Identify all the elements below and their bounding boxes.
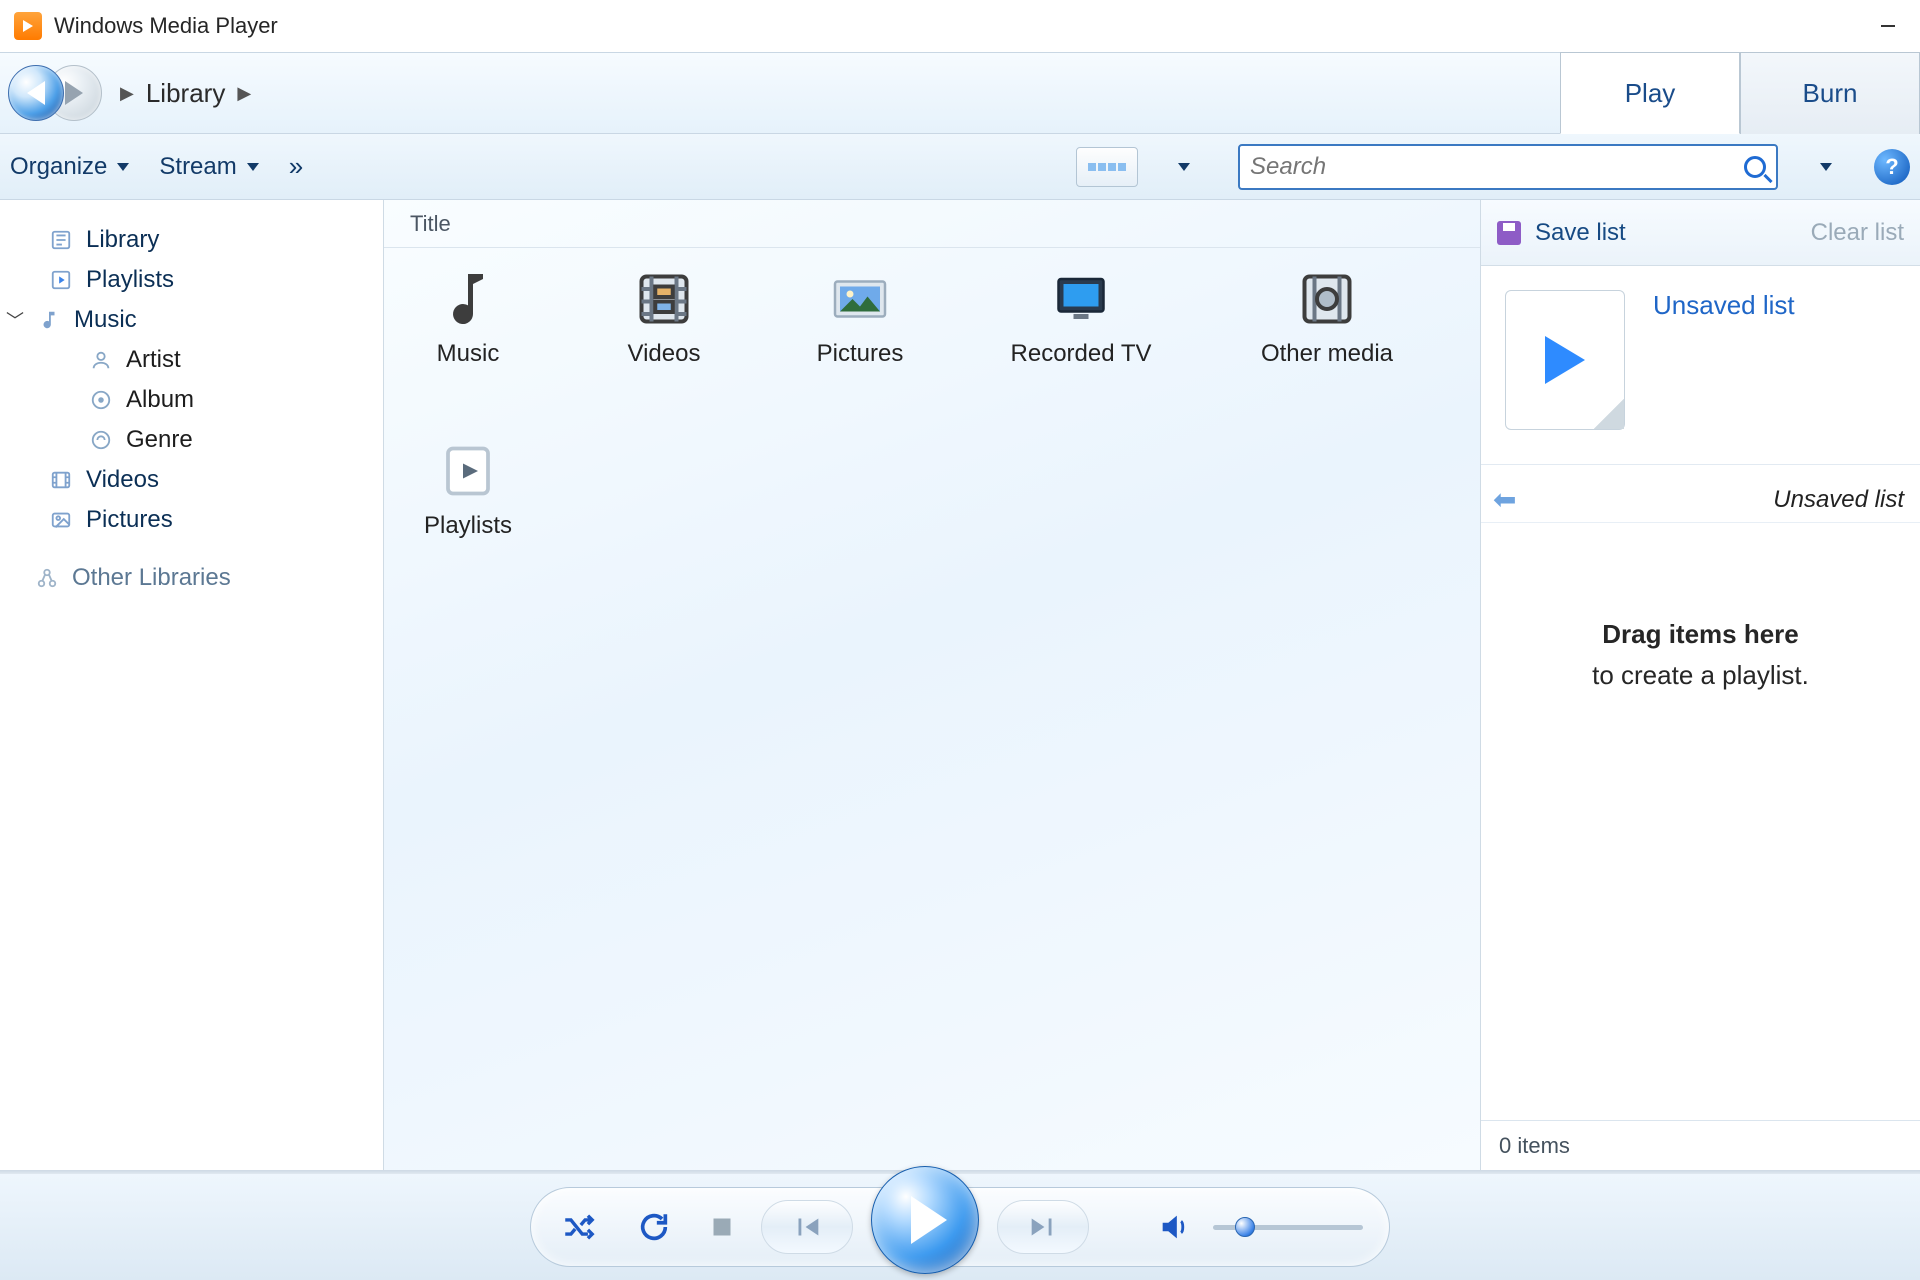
- stream-menu[interactable]: Stream: [159, 153, 258, 181]
- play-icon: [48, 267, 74, 293]
- back-button[interactable]: [8, 65, 64, 121]
- library-item-videos[interactable]: Videos: [604, 268, 724, 368]
- next-button[interactable]: [997, 1200, 1089, 1254]
- stream-label: Stream: [159, 153, 236, 181]
- toolbar: Organize Stream » ?: [0, 134, 1920, 200]
- shuffle-button[interactable]: [557, 1206, 599, 1248]
- chevron-right-icon: ▶: [120, 83, 134, 104]
- library-item-other-media[interactable]: Other media: [1242, 268, 1412, 368]
- toolbar-overflow[interactable]: »: [289, 151, 306, 182]
- app-icon: [14, 12, 42, 40]
- view-options-button[interactable]: [1076, 147, 1138, 187]
- play-icon: [1545, 336, 1585, 384]
- image-icon: [826, 268, 894, 330]
- library-item-music[interactable]: Music: [408, 268, 528, 368]
- list-name[interactable]: Unsaved list: [1773, 486, 1904, 514]
- help-button[interactable]: ?: [1874, 149, 1910, 185]
- column-title[interactable]: Title: [410, 211, 580, 237]
- play-button[interactable]: [871, 1166, 979, 1274]
- organize-menu[interactable]: Organize: [10, 153, 129, 181]
- player-bar: [0, 1174, 1920, 1280]
- library-item-recorded-tv[interactable]: Recorded TV: [996, 268, 1166, 368]
- title-bar: Windows Media Player: [0, 0, 1920, 52]
- drop-hint-line1: Drag items here: [1602, 619, 1799, 650]
- player-pod: [530, 1187, 1390, 1267]
- tree-item-other-libraries[interactable]: Other Libraries: [0, 558, 383, 598]
- search-icon[interactable]: [1744, 156, 1766, 178]
- navigation-tree: Library Playlists ﹀ Music Artist: [0, 200, 384, 1170]
- artist-icon: [88, 347, 114, 373]
- library-icon: [48, 227, 74, 253]
- library-view: Title Music Videos Pictures: [384, 200, 1480, 1170]
- tree-item-genre[interactable]: Genre: [0, 420, 383, 460]
- list-toolbar: Save list Clear list: [1481, 200, 1920, 266]
- disc-icon: [88, 387, 114, 413]
- tree-item-album[interactable]: Album: [0, 380, 383, 420]
- list-status: 0 items: [1481, 1120, 1920, 1170]
- repeat-button[interactable]: [633, 1206, 675, 1248]
- list-name-bar: ⬅ Unsaved list: [1481, 465, 1920, 523]
- breadcrumb-item[interactable]: Library: [146, 78, 225, 109]
- tv-icon: [1047, 268, 1115, 330]
- search-input[interactable]: [1250, 153, 1734, 181]
- drop-target[interactable]: Drag items here to create a playlist.: [1481, 523, 1920, 1120]
- chevron-down-icon[interactable]: [1820, 163, 1832, 171]
- tree-item-music[interactable]: ﹀ Music: [0, 300, 383, 340]
- tree-item-pictures[interactable]: Pictures: [0, 500, 383, 540]
- mute-button[interactable]: [1153, 1206, 1195, 1248]
- expand-icon[interactable]: ﹀: [6, 307, 24, 333]
- tree-item-playlists[interactable]: Playlists: [0, 260, 383, 300]
- music-note-icon: [36, 307, 62, 333]
- playlist-art: [1505, 290, 1625, 430]
- column-headers[interactable]: Title: [384, 200, 1480, 248]
- film-icon: [630, 268, 698, 330]
- tree-item-library[interactable]: Library: [0, 220, 383, 260]
- save-list-button[interactable]: Save list: [1535, 219, 1626, 247]
- chevron-down-icon: [117, 163, 129, 171]
- music-note-icon: [434, 268, 502, 330]
- tree-item-videos[interactable]: Videos: [0, 460, 383, 500]
- mode-tabs: Play Burn: [1560, 52, 1920, 134]
- list-title[interactable]: Unsaved list: [1653, 290, 1795, 321]
- window-title: Windows Media Player: [54, 13, 278, 39]
- organize-label: Organize: [10, 153, 107, 181]
- tab-play[interactable]: Play: [1560, 52, 1740, 134]
- now-playing-pane: Save list Clear list Unsaved list ⬅ Unsa…: [1480, 200, 1920, 1170]
- navigation-bar: ▶ Library ▶ Play Burn: [0, 52, 1920, 134]
- image-icon: [48, 507, 74, 533]
- library-item-playlists[interactable]: Playlists: [408, 440, 528, 540]
- chevron-right-icon: ▶: [237, 83, 251, 104]
- tree-item-artist[interactable]: Artist: [0, 340, 383, 380]
- stop-button[interactable]: [701, 1206, 743, 1248]
- film-icon: [48, 467, 74, 493]
- back-arrow-icon[interactable]: ⬅: [1493, 483, 1516, 516]
- tab-burn[interactable]: Burn: [1740, 52, 1920, 134]
- breadcrumb[interactable]: ▶ Library ▶: [120, 78, 251, 109]
- play-icon: [911, 1196, 947, 1244]
- playlist-icon: [434, 440, 502, 502]
- genre-icon: [88, 427, 114, 453]
- save-icon: [1497, 221, 1521, 245]
- drop-hint-line2: to create a playlist.: [1592, 660, 1809, 691]
- clear-list-button[interactable]: Clear list: [1811, 219, 1904, 247]
- previous-button[interactable]: [761, 1200, 853, 1254]
- network-icon: [34, 565, 60, 591]
- chevron-down-icon[interactable]: [1178, 163, 1190, 171]
- list-header: Unsaved list: [1481, 266, 1920, 465]
- minimize-button[interactable]: [1870, 13, 1906, 39]
- volume-slider[interactable]: [1213, 1225, 1363, 1230]
- chevron-down-icon: [247, 163, 259, 171]
- search-box[interactable]: [1238, 144, 1778, 190]
- volume-knob[interactable]: [1235, 1217, 1255, 1237]
- film-reel-icon: [1293, 268, 1361, 330]
- library-item-pictures[interactable]: Pictures: [800, 268, 920, 368]
